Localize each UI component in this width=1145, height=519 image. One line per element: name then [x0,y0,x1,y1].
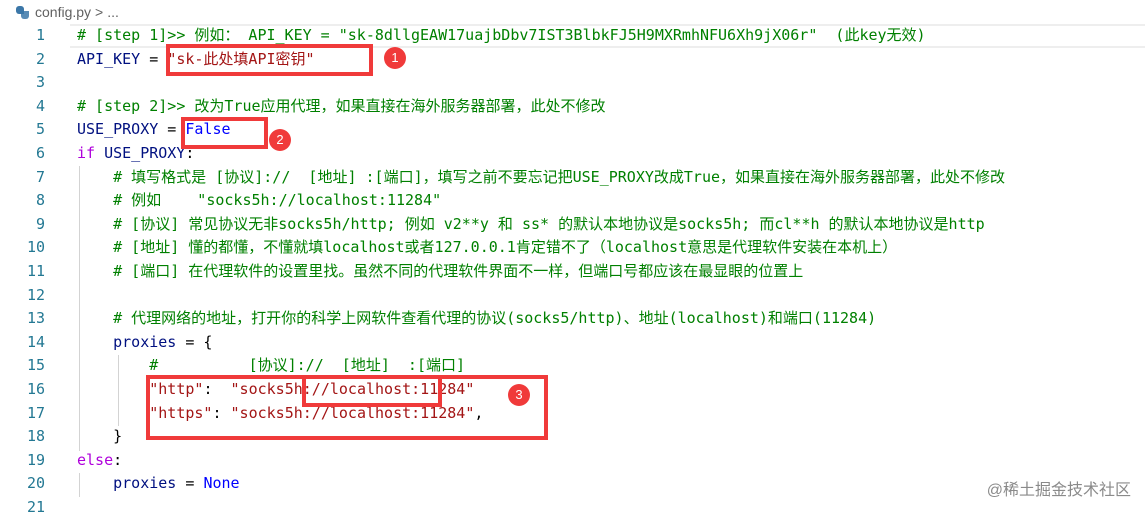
token: = { [176,332,213,351]
indent-guide [79,166,80,451]
token: proxies [113,474,177,493]
line-number: 3 [35,73,45,92]
line-number: 6 [35,143,45,162]
code-text: # [端口] 在代理软件的设置里找。虽然不同的代理软件界面不一样，但端口号都应该… [77,260,803,284]
code-line[interactable]: 21 [0,496,1145,519]
token: # 例如 "socks5h://localhost:11284" [113,191,442,210]
python-file-icon [16,5,29,19]
line-number: 8 [35,191,45,210]
code-line[interactable]: 19 else: [0,449,1145,473]
breadcrumb-file[interactable]: config.py [35,4,91,20]
annotation-box-localhost [302,375,442,407]
token: # [step 1]>> 例如： API_KEY = "sk-8dllgEAW1… [77,26,926,44]
line-number: 18 [26,427,45,446]
watermark: @稀土掘金技术社区 [986,482,1131,499]
token: # [端口] 在代理软件的设置里找。虽然不同的代理软件界面不一样，但端口号都应该… [113,261,804,280]
code-line[interactable]: 13 # 代理网络的地址，打开你的科学上网软件查看代理的协议(socks5/ht… [0,307,1145,331]
line-number: 14 [26,332,45,351]
code-line[interactable]: 11 # [端口] 在代理软件的设置里找。虽然不同的代理软件界面不一样，但端口号… [0,260,1145,284]
line-number: 19 [26,450,45,469]
token: USE_PROXY [77,120,159,139]
line-number: 21 [26,497,45,516]
line-number: 16 [26,379,45,398]
code-text: if USE_PROXY: [77,142,194,166]
line-number: 11 [26,261,45,280]
annotation-box-api-key [166,44,373,76]
code-text: # 填写格式是 [协议]:// [地址] :[端口]，填写之前不要忘记把USE_… [77,166,1005,190]
line-number: 2 [35,49,45,68]
line-number: 7 [35,167,45,186]
line-number: 9 [35,214,45,233]
breadcrumb-rest[interactable]: ... [107,4,119,20]
token: USE_PROXY [104,143,186,162]
token: # 代理网络的地址，打开你的科学上网软件查看代理的协议(socks5/http)… [113,309,877,328]
code-text: # [step 2]>> 改为True应用代理，如果直接在海外服务器部署，此处不… [77,95,606,119]
code-line[interactable]: 5 USE_PROXY = False [0,118,1145,142]
token: else [77,450,114,469]
code-line[interactable]: 6 if USE_PROXY: [0,142,1145,166]
token: # 填写格式是 [协议]:// [地址] :[端口]，填写之前不要忘记把USE_… [113,167,1006,186]
line-number: 4 [35,96,45,115]
breadcrumb: config.py > ... [16,2,119,22]
token: : [113,450,123,469]
indent-guide [118,355,119,426]
annotation-box-use-proxy [181,117,268,149]
code-line[interactable]: 10 # [地址] 懂的都懂，不懂就填localhost或者127.0.0.1肯… [0,236,1145,260]
annotation-badge-1: 1 [384,47,406,69]
breadcrumb-separator: > [95,4,104,20]
line-number: 17 [26,403,45,422]
code-text: } [77,425,122,449]
code-text: proxies = { [77,331,212,355]
line-number: 15 [26,356,45,375]
token: } [77,427,123,446]
code-editor[interactable]: 1 # [step 1]>> 例如： API_KEY = "sk-8dllgEAW… [0,24,1145,519]
line-number: 13 [26,309,45,328]
line-number: 12 [26,285,45,304]
token: # [step 2]>> 改为True应用代理，如果直接在海外服务器部署，此处不… [77,96,606,115]
code-line[interactable]: 8 # 例如 "socks5h://localhost:11284" [0,189,1145,213]
code-line[interactable]: 4 # [step 2]>> 改为True应用代理，如果直接在海外服务器部署，此处… [0,95,1145,119]
token: proxies [113,332,177,351]
annotation-badge-3: 3 [508,384,530,406]
code-text: # [协议] 常见协议无非socks5h/http; 例如 v2**y 和 ss… [77,213,985,237]
code-line[interactable]: 7 # 填写格式是 [协议]:// [地址] :[端口]，填写之前不要忘记把US… [0,166,1145,190]
code-text: else: [77,449,122,473]
code-text: # 代理网络的地址，打开你的科学上网软件查看代理的协议(socks5/http)… [77,307,876,331]
code-line[interactable]: 14 proxies = { [0,331,1145,355]
indent-guide [79,473,80,497]
code-text: # 例如 "socks5h://localhost:11284" [77,189,441,213]
line-number: 20 [26,474,45,493]
line-number: 10 [26,238,45,257]
line-number: 1 [35,26,45,44]
token: # [协议]:// [地址] :[端口] [149,356,466,375]
annotation-badge-2: 2 [269,129,291,151]
token: = [176,474,204,493]
token: None [203,474,240,493]
token: # [协议] 常见协议无非socks5h/http; 例如 v2**y 和 ss… [113,214,985,233]
line-number: 5 [35,120,45,139]
code-line[interactable]: 9 # [协议] 常见协议无非socks5h/http; 例如 v2**y 和 … [0,213,1145,237]
code-text: # [地址] 懂的都懂，不懂就填localhost或者127.0.0.1肯定错不… [77,236,897,260]
code-text: proxies = None [77,472,240,496]
token: = [140,49,168,68]
code-line[interactable]: 20 proxies = None [0,472,1145,496]
code-line[interactable]: 12 [0,284,1145,308]
token: if [77,143,96,162]
token: API_KEY [77,49,141,68]
token: # [地址] 懂的都懂，不懂就填localhost或者127.0.0.1肯定错不… [113,238,898,257]
